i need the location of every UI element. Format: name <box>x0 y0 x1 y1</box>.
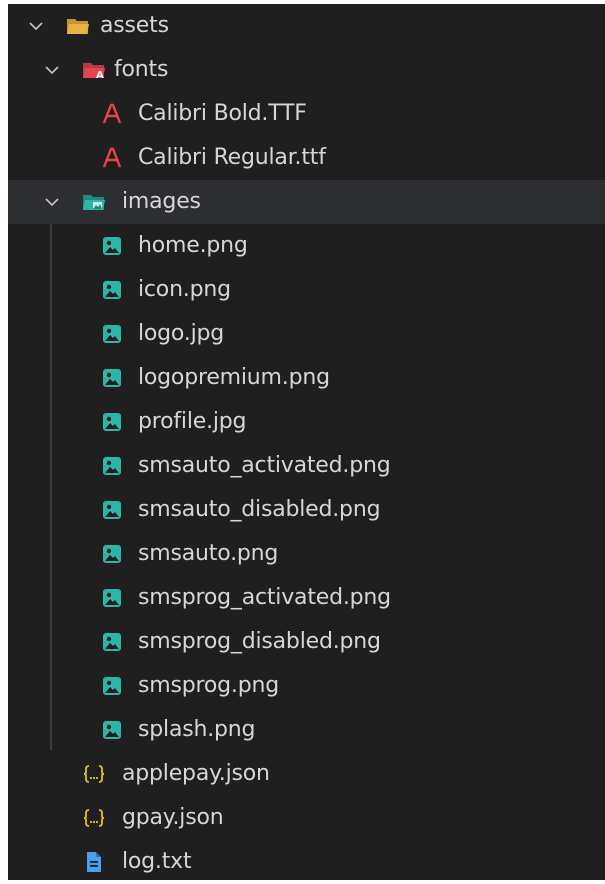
file-gpay-json[interactable]: gpay.json <box>8 796 605 840</box>
file-applepay-json[interactable]: applepay.json <box>8 752 605 796</box>
folder-assets[interactable]: assets <box>8 4 605 48</box>
file-label: profile.jpg <box>138 409 247 434</box>
file-label: logopremium.png <box>138 365 330 390</box>
text-file-icon <box>87 852 101 872</box>
file-smsprog-activated-png[interactable]: smsprog_activated.png <box>8 576 605 620</box>
file-log-txt[interactable]: log.txt <box>8 840 605 880</box>
font-file-icon <box>102 147 122 168</box>
font-file-icon <box>102 103 122 124</box>
folder-label: images <box>122 189 201 214</box>
file-explorer: assets A fonts Calibri Bold.TTF Calibri … <box>8 4 605 880</box>
file-label: home.png <box>138 233 248 258</box>
svg-text:A: A <box>96 70 104 81</box>
folder-open-icon <box>67 19 89 34</box>
chevron-down-icon[interactable] <box>44 194 60 210</box>
image-file-icon <box>103 325 121 343</box>
folder-images[interactable]: images <box>8 180 605 224</box>
file-splash-png[interactable]: splash.png <box>8 708 605 752</box>
file-icon-png[interactable]: icon.png <box>8 268 605 312</box>
folder-label: assets <box>100 13 169 38</box>
image-file-icon <box>103 589 121 607</box>
file-logopremium-png[interactable]: logopremium.png <box>8 356 605 400</box>
chevron-down-icon[interactable] <box>28 18 44 34</box>
json-icon <box>83 765 105 783</box>
file-smsprog-disabled-png[interactable]: smsprog_disabled.png <box>8 620 605 664</box>
image-file-icon <box>103 501 121 519</box>
file-label: Calibri Regular.ttf <box>138 145 326 170</box>
file-label: logo.jpg <box>138 321 225 346</box>
font-folder-icon: A <box>83 63 105 81</box>
file-label: smsauto_activated.png <box>138 453 391 478</box>
file-calibri-regular[interactable]: Calibri Regular.ttf <box>8 136 605 180</box>
file-label: smsauto_disabled.png <box>138 497 381 522</box>
file-label: splash.png <box>138 717 256 742</box>
image-file-icon <box>103 721 121 739</box>
file-label: log.txt <box>122 849 192 874</box>
file-label: smsprog_activated.png <box>138 585 391 610</box>
image-file-icon <box>103 281 121 299</box>
image-file-icon <box>103 413 121 431</box>
file-calibri-bold[interactable]: Calibri Bold.TTF <box>8 92 605 136</box>
file-label: gpay.json <box>122 805 224 830</box>
file-label: smsprog_disabled.png <box>138 629 381 654</box>
file-logo-jpg[interactable]: logo.jpg <box>8 312 605 356</box>
file-profile-jpg[interactable]: profile.jpg <box>8 400 605 444</box>
file-label: smsprog.png <box>138 673 279 698</box>
image-file-icon <box>103 457 121 475</box>
file-label: icon.png <box>138 277 231 302</box>
file-smsauto-disabled-png[interactable]: smsauto_disabled.png <box>8 488 605 532</box>
file-home-png[interactable]: home.png <box>8 224 605 268</box>
file-smsauto-activated-png[interactable]: smsauto_activated.png <box>8 444 605 488</box>
file-smsprog-png[interactable]: smsprog.png <box>8 664 605 708</box>
folder-label: fonts <box>114 57 169 82</box>
chevron-down-icon[interactable] <box>44 62 60 78</box>
file-smsauto-png[interactable]: smsauto.png <box>8 532 605 576</box>
image-file-icon <box>103 237 121 255</box>
file-label: Calibri Bold.TTF <box>138 101 307 126</box>
image-file-icon <box>103 369 121 387</box>
image-file-icon <box>103 545 121 563</box>
image-folder-icon <box>83 195 105 210</box>
file-label: applepay.json <box>122 761 270 786</box>
image-file-icon <box>103 677 121 695</box>
image-file-icon <box>103 633 121 651</box>
json-icon <box>83 809 105 827</box>
file-label: smsauto.png <box>138 541 279 566</box>
folder-fonts[interactable]: A fonts <box>8 48 605 92</box>
